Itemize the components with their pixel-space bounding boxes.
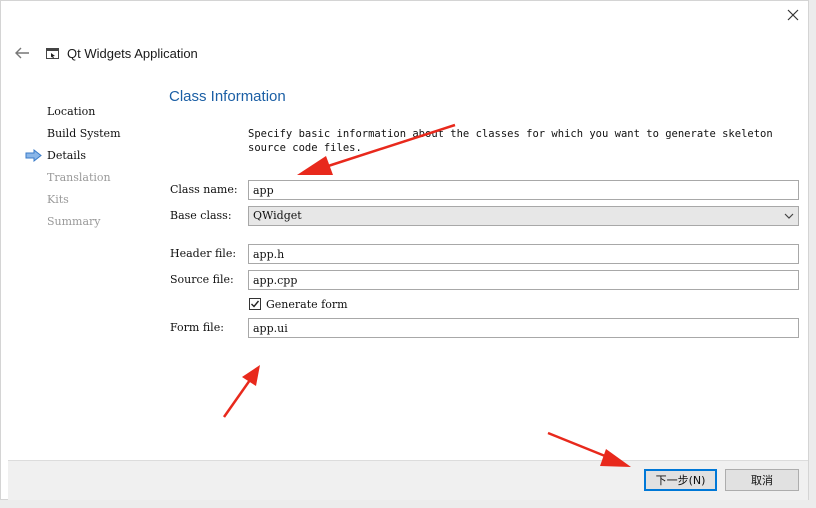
step-location: Location xyxy=(47,105,96,118)
class-name-label: Class name: xyxy=(170,183,238,196)
step-translation: Translation xyxy=(47,171,111,184)
current-step-arrow-icon xyxy=(25,149,42,162)
checkmark-icon xyxy=(251,300,260,308)
window-title: Qt Widgets Application xyxy=(67,46,198,61)
wizard-steps-list: Location Build System Details Translatio… xyxy=(47,104,157,236)
back-button[interactable] xyxy=(12,44,32,62)
form-file-input[interactable] xyxy=(248,318,799,338)
header-file-label: Header file: xyxy=(170,247,237,260)
class-name-input[interactable] xyxy=(248,180,799,200)
close-icon xyxy=(787,9,799,21)
page-description: Specify basic information about the clas… xyxy=(248,128,773,154)
step-kits: Kits xyxy=(47,193,69,206)
step-build-system: Build System xyxy=(47,127,121,140)
form-file-label: Form file: xyxy=(170,321,224,334)
window-shadow-bottom xyxy=(0,500,816,508)
header-file-input[interactable] xyxy=(248,244,799,264)
step-details: Details xyxy=(47,149,86,162)
generate-form-row: Generate form xyxy=(249,296,348,312)
chevron-down-icon xyxy=(784,213,794,219)
close-button[interactable] xyxy=(782,4,804,26)
page-title: Class Information xyxy=(169,88,286,105)
window-shadow-right xyxy=(809,0,816,508)
base-class-value: QWidget xyxy=(253,209,302,222)
back-arrow-icon xyxy=(15,47,29,59)
qt-widgets-app-icon xyxy=(46,48,59,59)
base-class-select[interactable]: QWidget xyxy=(248,206,799,226)
next-button[interactable]: 下一步(N) xyxy=(644,469,717,491)
generate-form-checkbox[interactable] xyxy=(249,298,261,310)
source-file-input[interactable] xyxy=(248,270,799,290)
cancel-button[interactable]: 取消 xyxy=(725,469,799,491)
generate-form-label: Generate form xyxy=(266,297,348,311)
source-file-label: Source file: xyxy=(170,273,234,286)
base-class-label: Base class: xyxy=(170,209,232,222)
step-summary: Summary xyxy=(47,215,101,228)
